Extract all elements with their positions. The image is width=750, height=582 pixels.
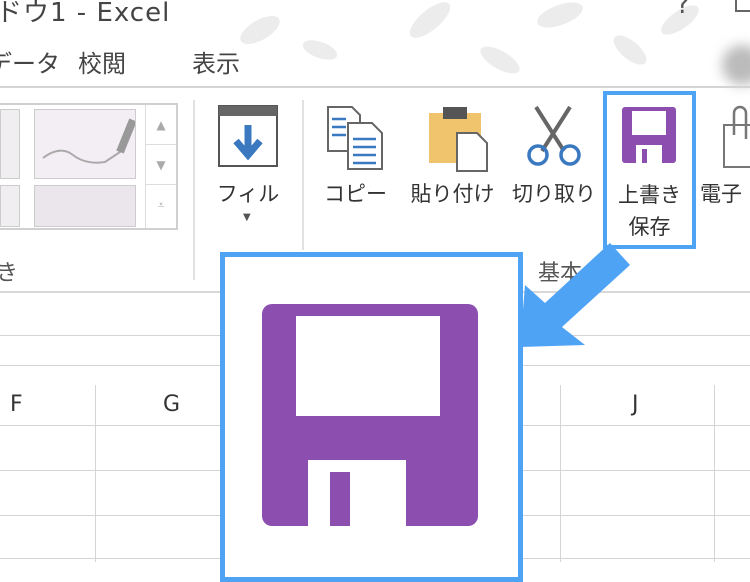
restore-window-icon[interactable] [735,0,750,12]
paste-icon [429,107,488,172]
copy-label: コピー [324,182,387,206]
highlighter-item[interactable] [34,185,136,227]
window-title: ドウ1 - Excel [0,0,171,28]
esign-button[interactable]: 電子 [700,100,750,220]
grid-line [95,385,96,562]
fill-down-icon [218,105,278,167]
scroll-up-icon[interactable]: ▲ [146,105,176,145]
fill-button[interactable]: フィル ▼ [215,100,285,230]
pen-gallery[interactable]: ▲ ▼ ⩡ [0,103,178,230]
tab-review[interactable]: 校閲 [78,44,126,79]
column-header-g[interactable]: G [163,392,180,417]
background-leaves-decoration [240,2,699,74]
tab-data[interactable]: データ [0,44,60,79]
group-separator [193,100,195,280]
scroll-down-icon[interactable]: ▼ [146,145,176,185]
paperclip-icon [723,105,750,168]
paste-label: 貼り付け [410,182,495,206]
save-floppy-icon [622,107,676,163]
ribbon-top-border [0,86,750,88]
help-button[interactable]: ? [676,0,690,20]
save-floppy-icon-large [262,304,478,526]
scissors-icon [527,105,581,166]
column-header-j[interactable]: J [632,392,639,417]
grid-line [560,385,561,562]
cut-label: 切り取り [512,182,596,206]
grid-line [714,385,715,562]
copy-icon [327,106,383,170]
fill-label: フィル [216,182,280,206]
gallery-more-icon[interactable]: ⩡ [146,185,176,225]
column-header-f[interactable]: F [10,392,23,417]
paste-button[interactable]: 貼り付け [405,100,500,220]
pen-item[interactable] [0,185,20,227]
tab-view[interactable]: 表示 [192,44,240,79]
gallery-scroll[interactable]: ▲ ▼ ⩡ [145,105,176,228]
save-button[interactable]: 上書き 保存 [603,91,696,249]
save-label-line1: 上書き [618,183,681,207]
copy-button[interactable]: コピー [318,100,393,220]
pen-item[interactable] [34,109,137,179]
esign-label: 電子 [700,182,742,206]
save-icon-zoom-callout [220,252,523,582]
cut-button[interactable]: 切り取り [508,100,600,220]
group-separator [302,100,304,250]
fill-dropdown-icon: ▼ [243,212,251,223]
group-label-left: き [0,261,19,286]
pen-item[interactable] [0,109,20,179]
